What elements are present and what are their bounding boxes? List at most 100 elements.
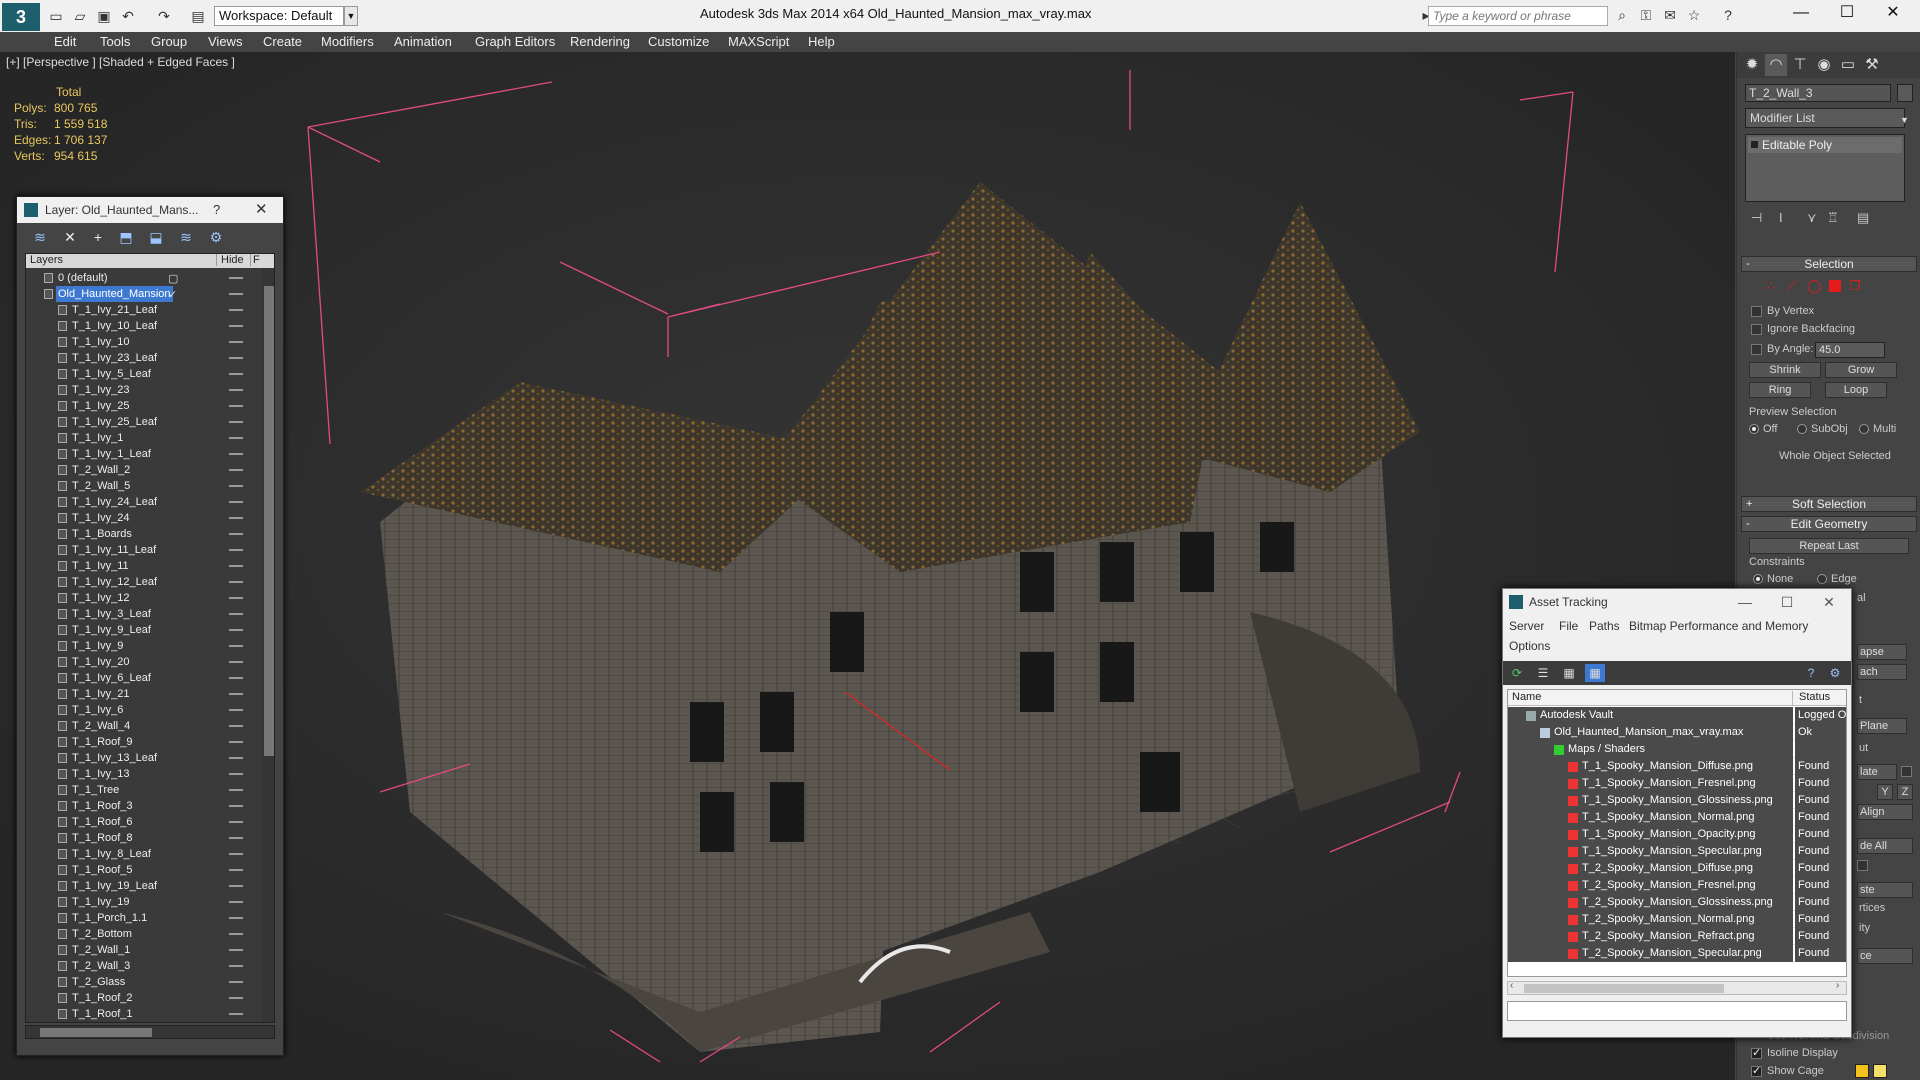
layer-object-row[interactable]: T_1_Tree <box>26 782 260 798</box>
layer-object-row[interactable]: T_1_Boards <box>26 526 260 542</box>
paste-button[interactable]: ste <box>1857 882 1913 898</box>
rollout-edit-geometry[interactable]: - Edit Geometry <box>1741 516 1917 532</box>
scrollbar-thumb[interactable] <box>264 286 274 756</box>
border-mode-icon[interactable]: ◯ <box>1807 278 1822 294</box>
ring-button[interactable]: Ring <box>1749 382 1811 398</box>
element-mode-icon[interactable]: ❒ <box>1849 278 1861 294</box>
loop-button[interactable]: Loop <box>1825 382 1887 398</box>
asset-row[interactable]: T_1_Spooky_Mansion_Opacity.png Found <box>1508 826 1846 843</box>
layer-object-row[interactable]: T_2_Bottom <box>26 926 260 942</box>
hide-toggle[interactable] <box>229 853 243 855</box>
object-color-swatch[interactable] <box>1897 84 1913 102</box>
table-view-icon[interactable]: ▦ <box>1585 664 1605 682</box>
layer-object-row[interactable]: T_1_Ivy_6_Leaf <box>26 670 260 686</box>
menu-animation[interactable]: Animation <box>394 34 452 49</box>
scrollbar-thumb[interactable] <box>1524 984 1724 993</box>
layer-object-row[interactable]: T_1_Roof_5 <box>26 862 260 878</box>
hide-toggle[interactable] <box>229 549 243 551</box>
layer-object-row[interactable]: T_1_Ivy_10 <box>26 334 260 350</box>
hide-toggle[interactable] <box>229 933 243 935</box>
hide-toggle[interactable] <box>229 757 243 759</box>
delete-layer-icon[interactable]: ✕ <box>59 227 81 247</box>
column-status[interactable]: Status <box>1792 691 1830 706</box>
hide-toggle[interactable] <box>229 469 243 471</box>
search-input[interactable]: Type a keyword or phrase <box>1428 6 1608 26</box>
freeze-all-layers-icon[interactable]: ⚙ <box>205 227 227 247</box>
vertex-mode-icon[interactable]: ∴ <box>1767 278 1775 294</box>
menu-server[interactable]: Server <box>1509 619 1544 633</box>
open-file-icon[interactable]: ▱ <box>70 7 90 25</box>
utilities-tab-icon[interactable]: ⚒ <box>1861 54 1883 76</box>
hide-toggle[interactable] <box>229 1013 243 1015</box>
hide-toggle[interactable] <box>229 597 243 599</box>
help-icon[interactable]: ? <box>213 197 220 223</box>
asset-row[interactable]: T_2_Spooky_Mansion_Diffuse.png Found <box>1508 860 1846 877</box>
layer-object-row[interactable]: T_1_Ivy_23_Leaf <box>26 350 260 366</box>
column-name[interactable]: Name <box>1512 691 1541 703</box>
menu-tools[interactable]: Tools <box>100 34 130 49</box>
cage-selected-color-swatch[interactable] <box>1873 1064 1887 1078</box>
layer-object-row[interactable]: T_1_Ivy_24 <box>26 510 260 526</box>
motion-tab-icon[interactable]: ◉ <box>1813 54 1835 76</box>
preview-multi-radio[interactable] <box>1859 424 1869 434</box>
maximize-icon[interactable]: ☐ <box>1824 0 1870 28</box>
layer-window-titlebar[interactable]: Layer: Old_Haunted_Mans... ? ✕ <box>17 197 283 223</box>
layer-object-row[interactable]: T_1_Ivy_21 <box>26 686 260 702</box>
modifier-list-dropdown[interactable]: Modifier List ▼ <box>1745 108 1909 128</box>
show-end-result-icon[interactable]: Ι <box>1779 210 1783 225</box>
hide-settings-icon[interactable] <box>1857 860 1868 871</box>
layer-object-row[interactable]: T_1_Ivy_12_Leaf <box>26 574 260 590</box>
add-to-layer-icon[interactable]: + <box>87 227 109 247</box>
show-cage-checkbox[interactable] <box>1751 1064 1762 1077</box>
hide-toggle[interactable] <box>229 389 243 391</box>
layer-object-row[interactable]: T_2_Wall_4 <box>26 718 260 734</box>
hide-toggle[interactable] <box>229 885 243 887</box>
asset-row[interactable]: T_1_Spooky_Mansion_Diffuse.png Found <box>1508 758 1846 775</box>
edge-mode-icon[interactable]: ⟋ <box>1787 278 1796 294</box>
column-hide[interactable]: Hide <box>216 254 244 266</box>
favorites-star-icon[interactable]: ☆ <box>1684 7 1704 25</box>
menu-edit[interactable]: Edit <box>54 34 76 49</box>
tessellate-button[interactable]: late <box>1857 764 1897 780</box>
layer-object-row[interactable]: T_1_Ivy_20 <box>26 654 260 670</box>
layer-object-row[interactable]: T_1_Roof_8 <box>26 830 260 846</box>
binoculars-icon[interactable]: ⌕ <box>1612 7 1632 25</box>
asset-row[interactable]: T_2_Spooky_Mansion_Fresnel.png Found <box>1508 877 1846 894</box>
constraint-edge-radio[interactable] <box>1817 574 1827 584</box>
hide-toggle[interactable] <box>229 581 243 583</box>
rollout-selection[interactable]: - Selection <box>1741 256 1917 272</box>
hide-toggle[interactable] <box>229 533 243 535</box>
hide-toggle[interactable] <box>229 501 243 503</box>
menu-options[interactable]: Options <box>1509 639 1550 653</box>
layer-object-row[interactable]: T_1_Ivy_21_Leaf <box>26 302 260 318</box>
hide-toggle[interactable] <box>229 485 243 487</box>
hide-toggle[interactable] <box>229 677 243 679</box>
hide-toggle[interactable] <box>229 357 243 359</box>
hide-toggle[interactable] <box>229 661 243 663</box>
app-logo-icon[interactable]: 3 <box>2 3 40 31</box>
close-icon[interactable]: ✕ <box>1870 0 1916 28</box>
layer-object-row[interactable]: T_1_Roof_6 <box>26 814 260 830</box>
layer-object-row[interactable]: T_2_Wall_3 <box>26 958 260 974</box>
undo-icon[interactable]: ↶ <box>118 7 138 25</box>
layer-object-row[interactable]: T_1_Ivy_25 <box>26 398 260 414</box>
layer-object-row[interactable]: T_1_Ivy_9_Leaf <box>26 622 260 638</box>
cut-button-ce[interactable]: ce <box>1857 948 1913 964</box>
hide-toggle[interactable] <box>229 373 243 375</box>
layer-object-row[interactable]: T_1_Ivy_6 <box>26 702 260 718</box>
angle-spinner[interactable]: 45.0 <box>1815 342 1885 358</box>
constraint-none-radio[interactable] <box>1753 574 1763 584</box>
new-file-icon[interactable]: ▭ <box>46 7 66 25</box>
create-layer-icon[interactable]: ≋ <box>29 227 51 247</box>
asset-row[interactable]: Autodesk Vault Logged Ou <box>1508 707 1846 724</box>
menu-group[interactable]: Group <box>151 34 187 49</box>
column-layers[interactable]: Layers <box>30 254 63 266</box>
asset-row[interactable]: T_1_Spooky_Mansion_Normal.png Found <box>1508 809 1846 826</box>
by-vertex-checkbox[interactable] <box>1751 306 1762 317</box>
menu-modifiers[interactable]: Modifiers <box>321 34 374 49</box>
hide-toggle[interactable] <box>229 517 243 519</box>
layer-object-row[interactable]: T_1_Roof_3 <box>26 798 260 814</box>
hide-toggle[interactable] <box>229 309 243 311</box>
subscription-icon[interactable]: ⚿ <box>1636 7 1656 25</box>
asset-row[interactable]: Old_Haunted_Mansion_max_vray.max Ok <box>1508 724 1846 741</box>
